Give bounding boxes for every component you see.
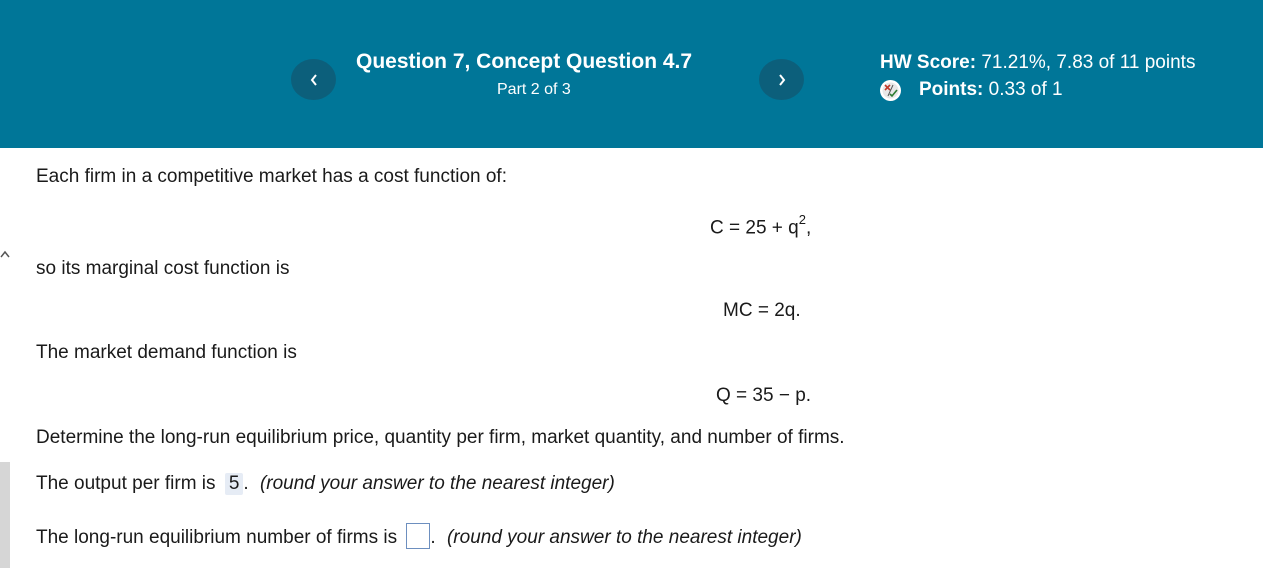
points-value: 0.33 of 1 bbox=[988, 79, 1063, 100]
points-label: Points: bbox=[919, 79, 984, 100]
partial-credit-icon bbox=[880, 79, 901, 101]
hw-score: HW Score: 71.21%, 7.83 of 11 points bbox=[880, 52, 1195, 74]
points-summary: Points: 0.33 of 1 bbox=[880, 79, 1063, 101]
chevron-right-icon bbox=[778, 73, 785, 86]
cost-eq-suffix: , bbox=[805, 217, 812, 239]
marginal-cost-equation: MC = 2q. bbox=[723, 300, 801, 321]
number-of-firms-question: The long-run equilibrium number of firms… bbox=[36, 523, 802, 551]
collapse-caret-icon[interactable] bbox=[0, 248, 10, 260]
hw-score-value: 71.21%, 7.83 of 11 points bbox=[981, 52, 1196, 73]
cost-eq-main: C = 25 + q bbox=[710, 217, 799, 239]
previous-question-button[interactable] bbox=[291, 59, 336, 100]
question-title: Question 7, Concept Question 4.7 bbox=[356, 50, 693, 73]
hw-score-label: HW Score: bbox=[880, 52, 977, 73]
output-per-firm-answer[interactable]: 5 bbox=[224, 473, 244, 495]
task-text: Determine the long-run equilibrium price… bbox=[36, 427, 845, 448]
part-indicator: Part 2 of 3 bbox=[497, 81, 571, 98]
q2-suffix: . bbox=[430, 527, 436, 549]
demand-equation: Q = 35 − p. bbox=[716, 385, 812, 406]
number-of-firms-input[interactable] bbox=[406, 523, 431, 549]
mc-intro-text: so its marginal cost function is bbox=[36, 258, 290, 279]
chevron-left-icon bbox=[310, 73, 317, 86]
output-per-firm-question: The output per firm is 5. (round your an… bbox=[36, 473, 615, 495]
cost-function-equation: C = 25 + q2, bbox=[710, 212, 812, 239]
demand-intro-text: The market demand function is bbox=[36, 342, 297, 363]
q1-suffix: . bbox=[243, 473, 249, 494]
intro-text: Each firm in a competitive market has a … bbox=[36, 166, 507, 187]
scrollbar[interactable] bbox=[0, 462, 10, 568]
q1-prefix: The output per firm is bbox=[36, 473, 216, 494]
question-header: Question 7, Concept Question 4.7 Part 2 … bbox=[0, 0, 1263, 148]
q1-hint: (round your answer to the nearest intege… bbox=[259, 473, 615, 494]
q2-prefix: The long-run equilibrium number of firms… bbox=[36, 527, 398, 549]
next-question-button[interactable] bbox=[759, 59, 804, 100]
cost-eq-exponent: 2 bbox=[798, 212, 806, 227]
q2-hint: (round your answer to the nearest intege… bbox=[446, 527, 802, 549]
